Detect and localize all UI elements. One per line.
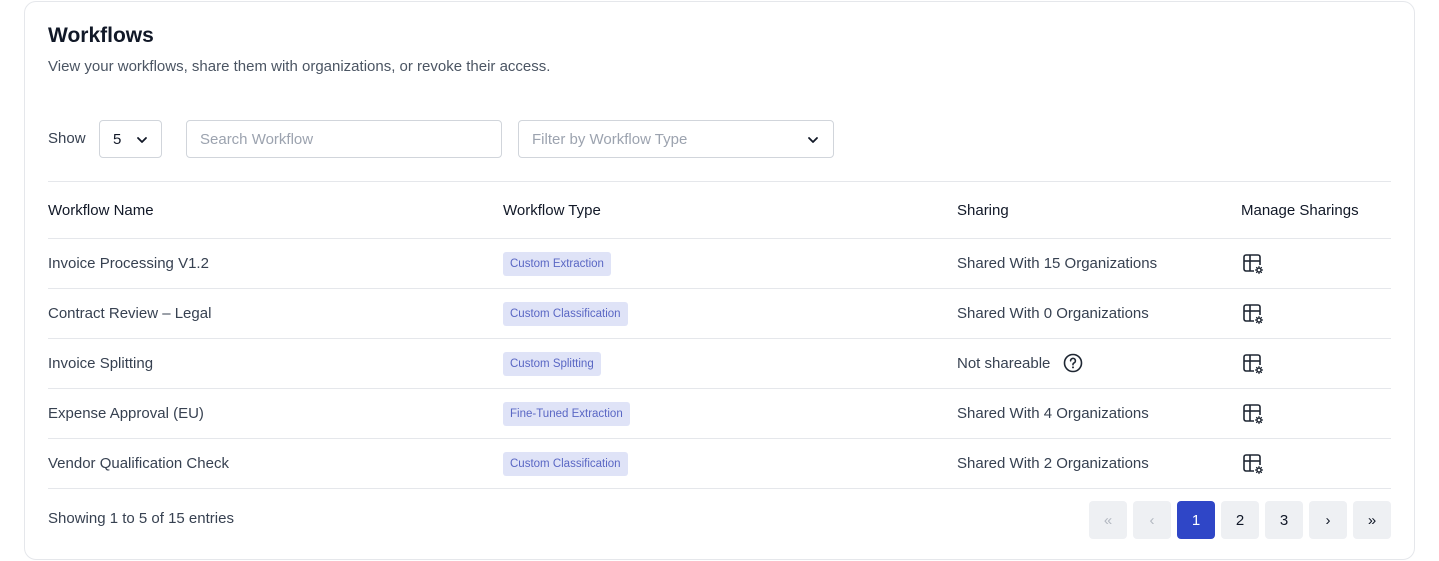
sharing-status: Shared With 0 Organizations <box>957 305 1149 322</box>
sharing-status: Shared With 15 Organizations <box>957 255 1158 272</box>
workflows-card: Workflows View your workflows, share the… <box>24 1 1415 560</box>
table-header: Workflow Name Workflow Type Sharing Mana… <box>48 181 1391 239</box>
workflow-name: Vendor Qualification Check <box>48 455 229 472</box>
page-button-1[interactable]: 1 <box>1177 501 1215 539</box>
sharing-status: Shared With 4 Organizations <box>957 405 1149 422</box>
pagination: « ‹ 1 2 3 › » <box>1089 501 1392 539</box>
table-row: Invoice Splitting Custom Splitting Not s… <box>48 339 1391 389</box>
sharing-status-cell: Not shareable <box>957 353 1083 373</box>
table-settings-icon[interactable] <box>1241 352 1265 376</box>
page-title: Workflows <box>48 24 154 47</box>
page-button-2[interactable]: 2 <box>1221 501 1259 539</box>
filter-placeholder: Filter by Workflow Type <box>532 130 688 148</box>
table-controls: Show 5 Filter by Workflow Type <box>48 120 848 158</box>
workflow-type-badge: Custom Extraction <box>503 252 611 276</box>
question-circle-icon[interactable] <box>1063 353 1083 373</box>
chevron-down-icon <box>137 137 147 143</box>
workflow-name: Invoice Processing V1.2 <box>48 255 209 272</box>
table-row: Invoice Processing V1.2 Custom Extractio… <box>48 239 1391 289</box>
page-size-value: 5 <box>113 130 122 148</box>
table-settings-icon[interactable] <box>1241 252 1265 276</box>
column-header-sharing: Sharing <box>957 202 1009 219</box>
entries-summary: Showing 1 to 5 of 15 entries <box>48 510 234 527</box>
table-settings-icon[interactable] <box>1241 302 1265 326</box>
first-page-button[interactable]: « <box>1089 501 1127 539</box>
page-button-3[interactable]: 3 <box>1265 501 1303 539</box>
column-header-name: Workflow Name <box>48 202 154 219</box>
workflow-name: Contract Review – Legal <box>48 305 212 322</box>
next-page-button[interactable]: › <box>1309 501 1347 539</box>
workflow-type-filter[interactable]: Filter by Workflow Type <box>518 120 834 158</box>
column-header-type: Workflow Type <box>503 202 601 219</box>
table-row: Vendor Qualification Check Custom Classi… <box>48 439 1391 489</box>
table-settings-icon[interactable] <box>1241 452 1265 476</box>
table-row: Contract Review – Legal Custom Classific… <box>48 289 1391 339</box>
workflow-type-badge: Custom Splitting <box>503 352 601 376</box>
workflow-type-badge: Custom Classification <box>503 452 628 476</box>
page-subtitle: View your workflows, share them with org… <box>48 58 551 75</box>
search-workflow-input[interactable] <box>186 120 502 158</box>
chevron-down-icon <box>808 137 818 143</box>
workflow-type-badge: Fine-Tuned Extraction <box>503 402 630 426</box>
workflow-name: Expense Approval (EU) <box>48 405 204 422</box>
page-size-select[interactable]: 5 <box>99 120 162 158</box>
workflow-name: Invoice Splitting <box>48 355 154 372</box>
show-label: Show <box>48 130 86 147</box>
table-settings-icon[interactable] <box>1241 402 1265 426</box>
workflow-type-badge: Custom Classification <box>503 302 628 326</box>
sharing-status: Shared With 2 Organizations <box>957 455 1149 472</box>
workflows-table: Workflow Name Workflow Type Sharing Mana… <box>48 181 1391 489</box>
table-row: Expense Approval (EU) Fine-Tuned Extract… <box>48 389 1391 439</box>
column-header-manage: Manage Sharings <box>1241 202 1359 219</box>
prev-page-button[interactable]: ‹ <box>1133 501 1171 539</box>
sharing-status: Not shareable <box>957 355 1051 372</box>
last-page-button[interactable]: » <box>1353 501 1391 539</box>
